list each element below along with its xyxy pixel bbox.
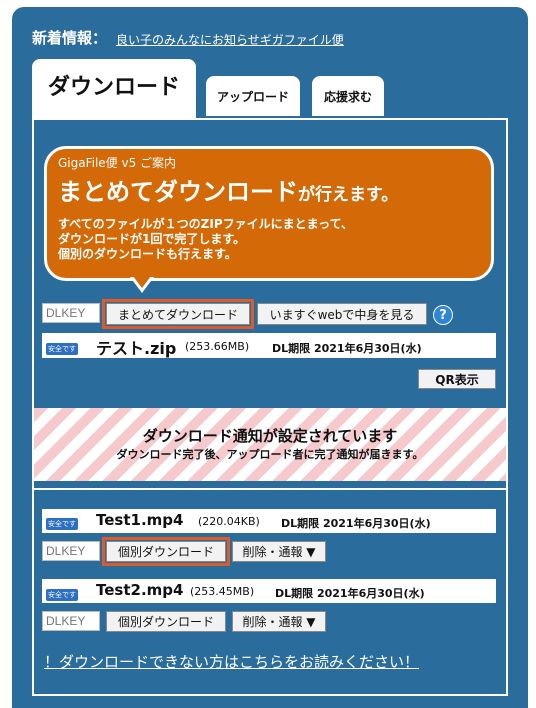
individual-download-button[interactable]: 個別ダウンロード: [106, 611, 226, 632]
notice-title: ダウンロード通知が設定されています: [142, 427, 398, 445]
safe-badge: 安全です: [46, 589, 78, 601]
web-view-button[interactable]: いますぐwebで中身を見る: [257, 303, 427, 325]
file-limit: DL期限 2021年6月30日(水): [281, 517, 431, 530]
download-help-link[interactable]: ！ダウンロードできない方はこちらをお読みください！: [44, 651, 419, 672]
file-name[interactable]: Test2.mp4: [96, 581, 183, 599]
tab-download[interactable]: ダウンロード: [32, 59, 196, 119]
bubble-subtitle: GigaFile便 v5 ご案内: [58, 156, 177, 170]
highlight-frame: [102, 537, 230, 566]
news-link[interactable]: 良い子のみんなにお知らせギガファイル便: [116, 31, 344, 48]
file-limit: DL期限 2021年6月30日(水): [275, 587, 425, 600]
tab-support[interactable]: 応援求む: [312, 76, 384, 116]
file-name[interactable]: Test1.mp4: [96, 511, 183, 529]
help-icon[interactable]: ?: [433, 305, 453, 325]
file-limit: DL期限 2021年6月30日(水): [272, 342, 422, 355]
bubble-line: すべてのファイルが１つのZIPファイルにまとまって、: [58, 217, 353, 231]
bubble-title: まとめてダウンロードが行えます。: [58, 172, 398, 207]
divider: [34, 488, 506, 490]
bubble-line: 個別のダウンロードも行えます。: [58, 247, 237, 261]
notice-body: ダウンロード完了後、アップロード者に完了通知が届きます。: [116, 448, 424, 461]
file-dlkey-input[interactable]: [42, 611, 100, 631]
file-size: (253.45MB): [190, 585, 255, 598]
file-dlkey-input[interactable]: [42, 541, 100, 561]
highlight-frame: [102, 299, 254, 329]
file-size: (253.66MB): [185, 340, 250, 353]
delete-report-menu-button[interactable]: 削除・通報 ▼: [232, 611, 326, 632]
file-name[interactable]: テスト.zip: [96, 335, 176, 359]
qr-button[interactable]: QR表示: [418, 369, 496, 389]
bubble-title-tail: が行えます。: [298, 185, 399, 205]
tab-upload[interactable]: アップロード: [206, 76, 300, 116]
bulk-dlkey-input[interactable]: [42, 303, 100, 323]
bubble-tail-fill: [133, 276, 151, 288]
safe-badge: 安全です: [46, 343, 78, 355]
news-label: 新着情報：: [32, 29, 108, 47]
safe-badge: 安全です: [46, 518, 78, 530]
delete-report-menu-button[interactable]: 削除・通報 ▼: [232, 541, 326, 562]
bubble-body: すべてのファイルが１つのZIPファイルにまとまって、 ダウンロードが1回で完了し…: [58, 217, 353, 262]
bubble-title-main: まとめてダウンロード: [58, 178, 298, 206]
bubble-line: ダウンロードが1回で完了します。: [58, 232, 246, 246]
